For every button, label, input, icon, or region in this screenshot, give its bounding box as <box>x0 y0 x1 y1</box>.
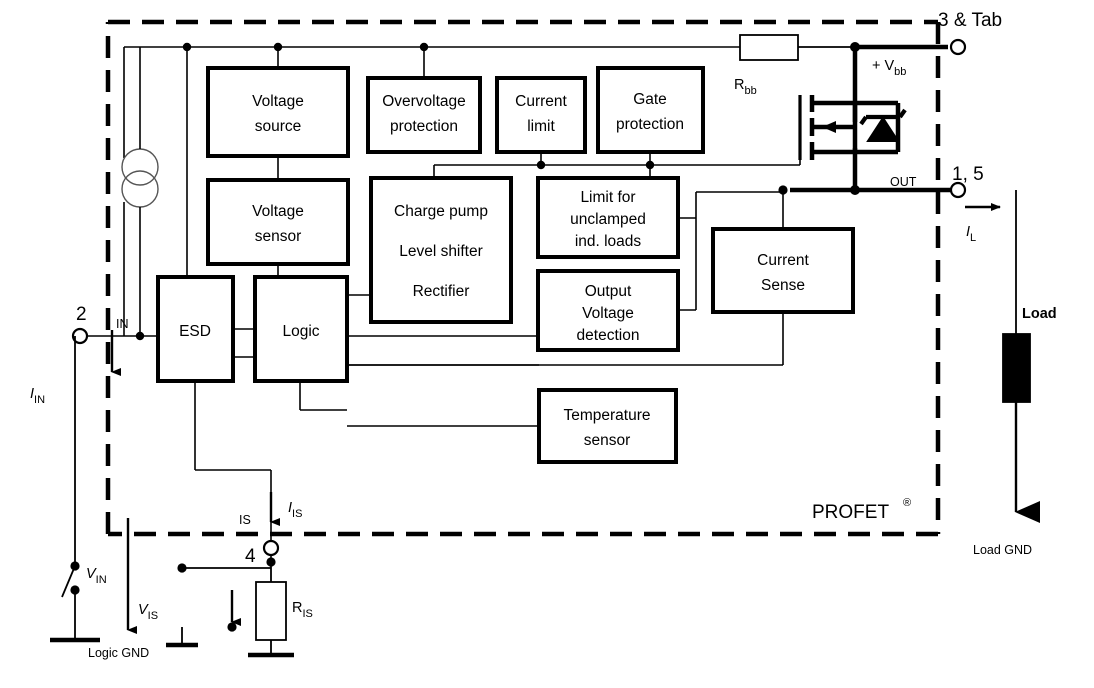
block-gate-protection[interactable]: Gate protection <box>596 66 705 154</box>
label-is: IS <box>239 513 251 527</box>
block-overvoltage-protection[interactable]: Overvoltage protection <box>366 76 482 154</box>
block-label-line: source <box>255 118 302 135</box>
current-source-symbol <box>121 47 159 336</box>
block-label-line: detection <box>577 327 640 344</box>
block-temperature-sensor[interactable]: Temperature sensor <box>537 388 678 464</box>
pin-3-terminal <box>949 38 967 56</box>
block-limit-unclamped-inductive-loads[interactable]: Limit for unclamped ind. loads <box>536 176 680 259</box>
label-iin: IIN <box>30 386 45 406</box>
block-output-voltage-detection[interactable]: Output Voltage detection <box>536 269 680 352</box>
rbb-resistor <box>739 34 855 61</box>
block-label-line: Current <box>515 93 567 110</box>
pin-1-5-terminal <box>949 181 967 199</box>
block-label-line: protection <box>390 118 458 135</box>
block-label-line: Gate <box>633 91 667 108</box>
diagram-canvas: Rbb Voltage source Overvoltage protectio… <box>0 0 1094 688</box>
block-label-line: Charge pump <box>394 203 488 220</box>
block-label-line: ESD <box>179 323 211 340</box>
label-pin-2: 2 <box>76 304 87 325</box>
block-label-line: Logic <box>282 323 319 340</box>
block-label-line: Rectifier <box>413 283 470 300</box>
load-branch <box>1002 190 1040 523</box>
label-il: IL <box>966 224 976 244</box>
block-label-line: sensor <box>255 228 302 245</box>
label-out: OUT <box>890 175 917 189</box>
block-label-line: Level shifter <box>399 243 483 260</box>
label-load-gnd: Load GND <box>973 543 1032 557</box>
label-logic-gnd: Logic GND <box>88 646 149 660</box>
label-in: IN <box>116 317 129 331</box>
block-label-line: Output <box>585 283 632 300</box>
block-current-sense[interactable]: Current Sense <box>711 227 855 314</box>
pin-4-terminal <box>262 539 280 557</box>
block-label-line: ind. loads <box>575 233 642 250</box>
block-esd[interactable]: ESD <box>156 275 235 383</box>
block-label-line: Current <box>757 252 809 269</box>
block-current-limit[interactable]: Current limit <box>495 76 587 154</box>
label-load: Load <box>1022 306 1057 322</box>
block-diagram-svg: Rbb Voltage source Overvoltage protectio… <box>30 10 1057 660</box>
label-pin-3-tab: 3 & Tab <box>938 10 1002 31</box>
block-voltage-source[interactable]: Voltage source <box>206 66 350 158</box>
external-input-circuit <box>50 336 100 643</box>
block-label-line: Limit for <box>580 189 635 206</box>
label-vbb: + Vbb <box>872 58 906 78</box>
block-charge-pump[interactable]: Charge pump Level shifter Rectifier <box>369 176 513 324</box>
rbb-label: Rbb <box>734 77 757 97</box>
mosfet-symbol <box>798 95 858 165</box>
block-label-line: Voltage <box>252 203 304 220</box>
label-ris: RIS <box>292 600 313 620</box>
block-label-line: protection <box>616 116 684 133</box>
label-vis: VIS <box>138 602 158 622</box>
block-logic[interactable]: Logic <box>253 275 349 383</box>
block-label-line: sensor <box>584 432 631 449</box>
block-label-line: unclamped <box>570 211 646 228</box>
block-label-line: Sense <box>761 277 805 294</box>
label-vin: VIN <box>86 566 107 586</box>
block-label-line: limit <box>527 118 555 135</box>
label-profet: PROFET <box>812 502 889 523</box>
label-pin-1-5: 1, 5 <box>952 164 984 185</box>
label-profet-registered: ® <box>903 497 911 509</box>
block-label-line: Overvoltage <box>382 93 466 110</box>
block-voltage-sensor[interactable]: Voltage sensor <box>206 178 350 266</box>
label-iis: IIS <box>288 500 302 520</box>
block-label-line: Voltage <box>582 305 634 322</box>
block-label-line: Voltage <box>252 93 304 110</box>
block-label-line: Temperature <box>563 407 650 424</box>
is-external-circuit <box>166 562 294 658</box>
label-pin-4: 4 <box>245 546 256 567</box>
zener-diode-symbol <box>855 100 907 155</box>
